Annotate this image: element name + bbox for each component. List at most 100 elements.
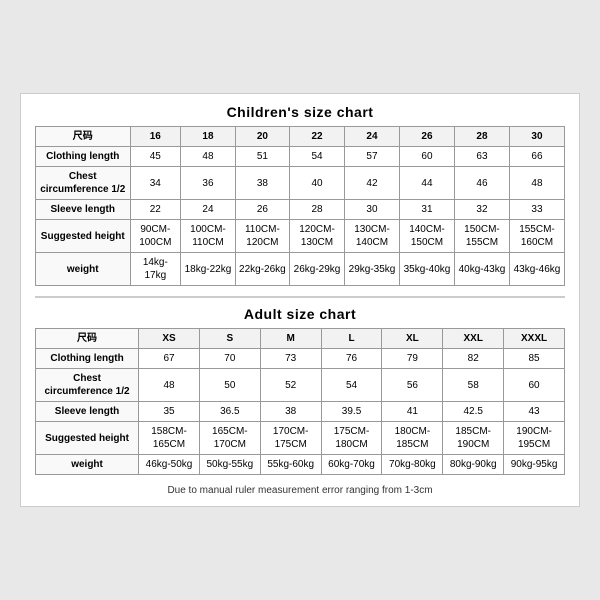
table-row: Sleeve length2224262830313233 <box>36 200 565 220</box>
cell-value: 26kg-29kg <box>290 253 345 286</box>
table-row: Sleeve length3536.53839.54142.543 <box>36 402 565 422</box>
column-header: 18 <box>181 127 236 147</box>
cell-value: 180CM-185CM <box>382 422 443 455</box>
table-row: Clothing length4548515457606366 <box>36 147 565 167</box>
cell-value: 73 <box>260 349 321 369</box>
cell-value: 45 <box>130 147 181 167</box>
cell-value: 170CM-175CM <box>260 422 321 455</box>
children-size-table: 尺码1618202224262830 Clothing length454851… <box>35 126 565 286</box>
column-header: 尺码 <box>36 127 131 147</box>
cell-value: 76 <box>321 349 382 369</box>
cell-value: 31 <box>399 200 454 220</box>
row-label: Sleeve length <box>36 200 131 220</box>
cell-value: 44 <box>399 167 454 200</box>
row-label: weight <box>36 455 139 475</box>
row-label: Chest circumference 1/2 <box>36 167 131 200</box>
cell-value: 52 <box>260 369 321 402</box>
column-header: M <box>260 329 321 349</box>
cell-value: 100CM-110CM <box>181 220 236 253</box>
cell-value: 26 <box>235 200 289 220</box>
cell-value: 50 <box>199 369 260 402</box>
cell-value: 79 <box>382 349 443 369</box>
cell-value: 48 <box>181 147 236 167</box>
row-label: weight <box>36 253 131 286</box>
row-label: Sleeve length <box>36 402 139 422</box>
column-header: XL <box>382 329 443 349</box>
cell-value: 24 <box>181 200 236 220</box>
cell-value: 42.5 <box>443 402 504 422</box>
table-row: weight14kg-17kg18kg-22kg22kg-26kg26kg-29… <box>36 253 565 286</box>
table-row: weight46kg-50kg50kg-55kg55kg-60kg60kg-70… <box>36 455 565 475</box>
cell-value: 175CM-180CM <box>321 422 382 455</box>
cell-value: 55kg-60kg <box>260 455 321 475</box>
cell-value: 50kg-55kg <box>199 455 260 475</box>
cell-value: 63 <box>454 147 509 167</box>
cell-value: 14kg-17kg <box>130 253 181 286</box>
cell-value: 48 <box>509 167 564 200</box>
adult-header-row: 尺码XSSMLXLXXLXXXL <box>36 329 565 349</box>
cell-value: 42 <box>345 167 400 200</box>
cell-value: 29kg-35kg <box>345 253 400 286</box>
cell-value: 39.5 <box>321 402 382 422</box>
cell-value: 38 <box>260 402 321 422</box>
cell-value: 58 <box>443 369 504 402</box>
cell-value: 56 <box>382 369 443 402</box>
cell-value: 34 <box>130 167 181 200</box>
cell-value: 85 <box>504 349 565 369</box>
table-row: Chest circumference 1/248505254565860 <box>36 369 565 402</box>
table-row: Suggested height158CM-165CM165CM-170CM17… <box>36 422 565 455</box>
cell-value: 90kg-95kg <box>504 455 565 475</box>
cell-value: 70kg-80kg <box>382 455 443 475</box>
cell-value: 36 <box>181 167 236 200</box>
column-header: 20 <box>235 127 289 147</box>
children-header-row: 尺码1618202224262830 <box>36 127 565 147</box>
column-header: 28 <box>454 127 509 147</box>
adult-table-body: Clothing length67707376798285Chest circu… <box>36 349 565 475</box>
table-row: Chest circumference 1/23436384042444648 <box>36 167 565 200</box>
row-label: Chest circumference 1/2 <box>36 369 139 402</box>
cell-value: 158CM-165CM <box>139 422 200 455</box>
column-header: XS <box>139 329 200 349</box>
cell-value: 51 <box>235 147 289 167</box>
cell-value: 60kg-70kg <box>321 455 382 475</box>
column-header: 22 <box>290 127 345 147</box>
cell-value: 48 <box>139 369 200 402</box>
row-label: Suggested height <box>36 422 139 455</box>
cell-value: 57 <box>345 147 400 167</box>
cell-value: 80kg-90kg <box>443 455 504 475</box>
cell-value: 130CM-140CM <box>345 220 400 253</box>
cell-value: 60 <box>399 147 454 167</box>
cell-value: 33 <box>509 200 564 220</box>
cell-value: 185CM-190CM <box>443 422 504 455</box>
cell-value: 190CM-195CM <box>504 422 565 455</box>
column-header: 16 <box>130 127 181 147</box>
cell-value: 35kg-40kg <box>399 253 454 286</box>
children-chart-title: Children's size chart <box>35 104 565 120</box>
column-header: 26 <box>399 127 454 147</box>
cell-value: 43kg-46kg <box>509 253 564 286</box>
measurement-note: Due to manual ruler measurement error ra… <box>35 485 565 496</box>
cell-value: 46 <box>454 167 509 200</box>
column-header: XXL <box>443 329 504 349</box>
column-header: 24 <box>345 127 400 147</box>
cell-value: 140CM-150CM <box>399 220 454 253</box>
column-header: S <box>199 329 260 349</box>
cell-value: 54 <box>321 369 382 402</box>
table-row: Clothing length67707376798285 <box>36 349 565 369</box>
cell-value: 32 <box>454 200 509 220</box>
cell-value: 28 <box>290 200 345 220</box>
cell-value: 46kg-50kg <box>139 455 200 475</box>
column-header: 30 <box>509 127 564 147</box>
cell-value: 67 <box>139 349 200 369</box>
cell-value: 70 <box>199 349 260 369</box>
adult-chart-title: Adult size chart <box>35 306 565 322</box>
cell-value: 165CM-170CM <box>199 422 260 455</box>
cell-value: 155CM-160CM <box>509 220 564 253</box>
cell-value: 22kg-26kg <box>235 253 289 286</box>
cell-value: 38 <box>235 167 289 200</box>
cell-value: 82 <box>443 349 504 369</box>
cell-value: 90CM-100CM <box>130 220 181 253</box>
column-header: 尺码 <box>36 329 139 349</box>
cell-value: 66 <box>509 147 564 167</box>
cell-value: 30 <box>345 200 400 220</box>
